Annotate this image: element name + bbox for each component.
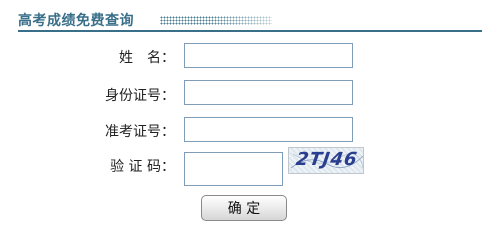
captcha-text: 2TJ46: [294, 149, 360, 170]
captcha-image[interactable]: 2TJ46: [288, 147, 364, 174]
page-title: 高考成绩免费查询: [18, 13, 134, 29]
name-label: 姓 名：: [119, 50, 175, 66]
submit-button[interactable]: 确 定: [201, 195, 287, 221]
decorative-dots: [160, 16, 272, 25]
captcha-label: 验 证 码：: [110, 159, 175, 175]
id-number-input[interactable]: [184, 80, 353, 105]
header-divider: [18, 30, 482, 32]
exam-number-label: 准考证号：: [105, 124, 175, 140]
captcha-input[interactable]: [184, 152, 283, 186]
id-number-label: 身份证号：: [105, 88, 175, 104]
name-input[interactable]: [184, 43, 353, 68]
exam-number-input[interactable]: [184, 117, 353, 142]
page-header: 高考成绩免费查询: [18, 6, 482, 32]
